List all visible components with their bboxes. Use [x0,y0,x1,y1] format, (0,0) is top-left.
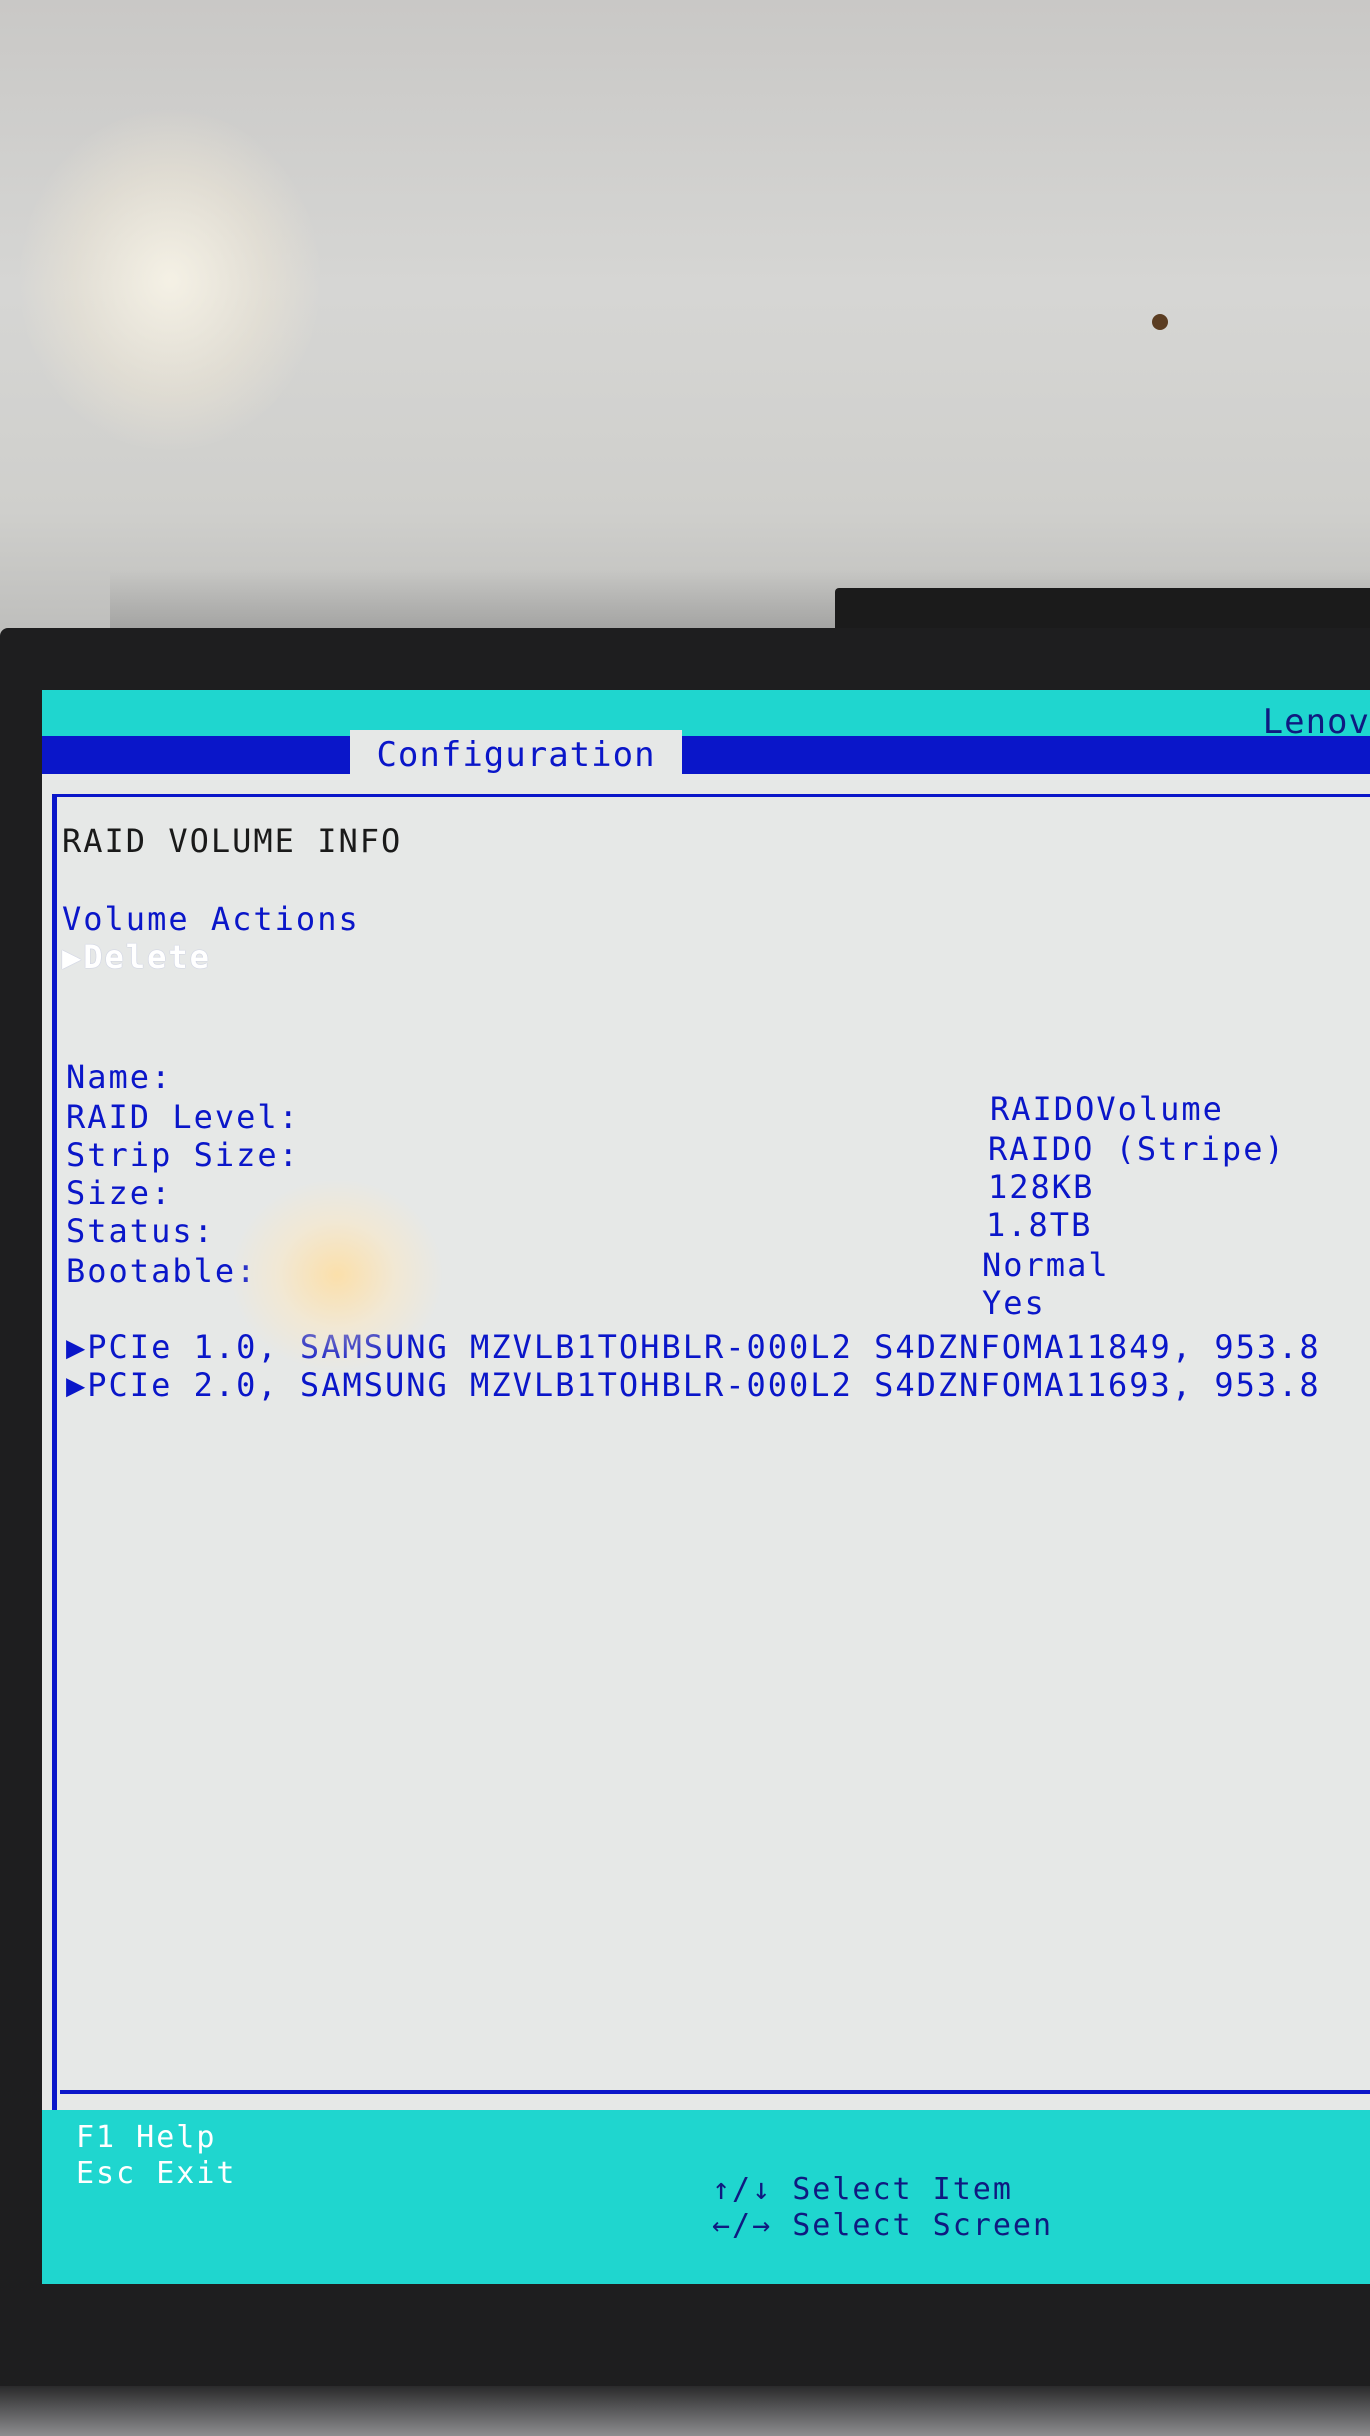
bootable-label: Bootable: [66,1252,258,1290]
wall-light-glare [20,110,320,450]
strip-size-label: Strip Size: [66,1136,300,1174]
esc-exit-hint: Esc Exit [76,2156,237,2191]
delete-volume-action[interactable]: ▶Delete [62,938,211,976]
bootable-value: Yes [982,1284,1046,1322]
select-screen-hint: ←/→ Select Screen [712,2208,1054,2243]
strip-size-value: 128KB [988,1168,1095,1206]
tab-configuration[interactable]: Configuration [350,730,682,780]
menu-bar [42,736,1370,774]
monitor-bezel-bottom [0,2386,1370,2436]
wall-mark [1152,314,1168,330]
f1-help-hint: F1 Help [76,2120,217,2155]
bios-screen: Lenov Configuration RAID VOLUME INFO Vol… [42,690,1370,2284]
select-item-hint: ↑/↓ Select Item [712,2172,1013,2207]
size-value: 1.8TB [986,1206,1093,1244]
content-frame [52,794,1370,2207]
drive-item-2[interactable]: ▶PCIe 2.0, SAMSUNG MZVLB1TOHBLR-000L2 S4… [66,1366,1321,1404]
size-label: Size: [66,1174,173,1212]
raid-level-label: RAID Level: [66,1098,300,1136]
status-label: Status: [66,1212,215,1250]
volume-actions-heading: Volume Actions [62,900,360,938]
name-value: RAIDOVolume [990,1090,1224,1128]
drive-item-1[interactable]: ▶PCIe 1.0, SAMSUNG MZVLB1TOHBLR-000L2 S4… [66,1328,1321,1366]
name-label: Name: [66,1058,173,1096]
page-title: RAID VOLUME INFO [62,822,403,860]
status-value: Normal [982,1246,1110,1284]
bottom-help-bar: F1 Help Esc Exit ↑/↓ Select Item ←/→ Sel… [42,2110,1370,2284]
content-frame-bottom [60,2090,1370,2094]
raid-level-value: RAIDO (Stripe) [988,1130,1286,1168]
